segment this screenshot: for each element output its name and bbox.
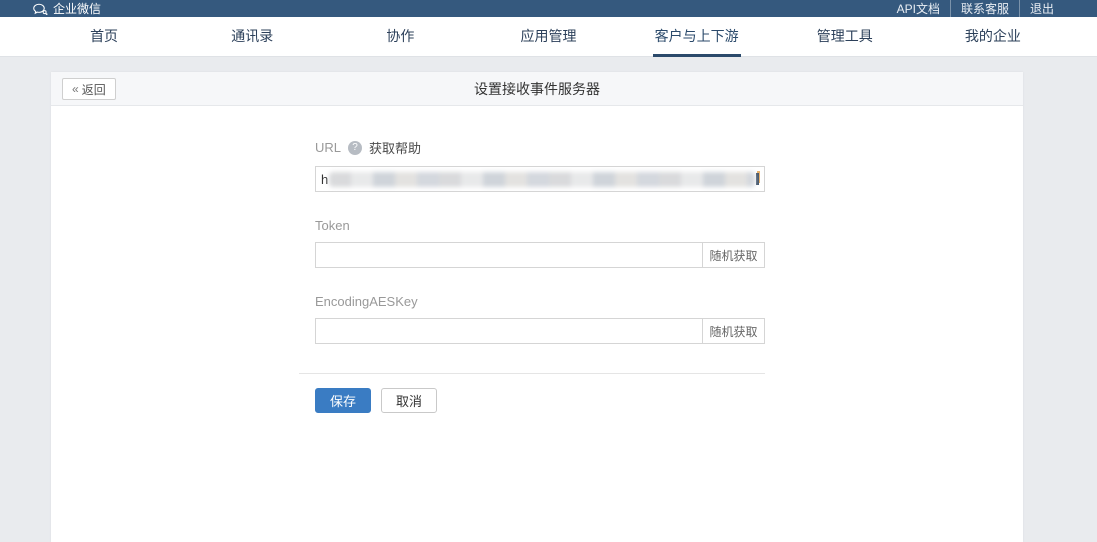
tab-contacts[interactable]: 通讯录 <box>178 17 326 56</box>
cancel-button[interactable]: 取消 <box>381 388 437 413</box>
token-input-group: 随机获取 <box>315 242 765 268</box>
aeskey-input-group: 随机获取 <box>315 318 765 344</box>
tab-app-management[interactable]: 应用管理 <box>474 17 622 56</box>
url-value-redacted <box>329 172 755 187</box>
url-label-row: URL ? 获取帮助 <box>315 138 765 157</box>
back-button-label: 返回 <box>82 81 106 98</box>
token-label-row: Token <box>315 218 765 233</box>
url-label: URL <box>315 140 341 155</box>
main-nav: 首页 通讯录 协作 应用管理 客户与上下游 管理工具 我的企业 <box>0 17 1097 57</box>
tab-contacts-label: 通讯录 <box>229 16 275 57</box>
form-actions: 保存 取消 <box>315 388 765 413</box>
get-help-link[interactable]: 获取帮助 <box>369 138 421 157</box>
tab-my-company-label: 我的企业 <box>963 16 1023 57</box>
tab-home[interactable]: 首页 <box>30 17 178 56</box>
tab-my-company[interactable]: 我的企业 <box>919 17 1067 56</box>
token-label: Token <box>315 218 350 233</box>
tab-collaboration[interactable]: 协作 <box>326 17 474 56</box>
tab-customers-upstream-downstream[interactable]: 客户与上下游 <box>623 17 771 56</box>
aeskey-label: EncodingAESKey <box>315 294 418 309</box>
tab-collaboration-label: 协作 <box>384 16 416 57</box>
aeskey-field-block: EncodingAESKey 随机获取 <box>315 294 765 344</box>
url-value-prefix: h <box>321 172 328 187</box>
topbar-links: API文档 联系客服 退出 <box>887 0 1064 17</box>
back-chevron-icon: « <box>72 82 79 96</box>
brand-name: 企业微信 <box>53 0 101 17</box>
url-input[interactable]: h <box>315 166 765 192</box>
aeskey-input[interactable] <box>316 319 702 343</box>
logout-link[interactable]: 退出 <box>1019 0 1064 17</box>
page-title: 设置接收事件服务器 <box>51 79 1023 99</box>
text-cursor <box>756 173 759 185</box>
token-input[interactable] <box>316 243 702 267</box>
tab-customers-label: 客户与上下游 <box>653 16 741 57</box>
tab-admin-tools-label: 管理工具 <box>815 16 875 57</box>
back-button[interactable]: « 返回 <box>62 78 116 100</box>
save-button[interactable]: 保存 <box>315 388 371 413</box>
card-header: « 返回 设置接收事件服务器 <box>51 72 1023 106</box>
form-divider <box>299 373 765 374</box>
api-docs-link[interactable]: API文档 <box>887 0 950 17</box>
question-circle-icon[interactable]: ? <box>348 141 362 155</box>
tab-admin-tools[interactable]: 管理工具 <box>771 17 919 56</box>
contact-support-link[interactable]: 联系客服 <box>950 0 1019 17</box>
aeskey-label-row: EncodingAESKey <box>315 294 765 309</box>
tab-app-management-label: 应用管理 <box>518 16 578 57</box>
url-field-block: URL ? 获取帮助 h <box>315 138 765 192</box>
brand: 企业微信 <box>33 0 101 17</box>
token-field-block: Token 随机获取 <box>315 218 765 268</box>
wework-logo-icon <box>33 3 48 16</box>
page-background: « 返回 设置接收事件服务器 URL ? 获取帮助 h <box>0 72 1097 542</box>
aeskey-random-generate-button[interactable]: 随机获取 <box>702 319 764 343</box>
topbar: 企业微信 API文档 联系客服 退出 <box>0 0 1097 17</box>
receive-event-server-form: URL ? 获取帮助 h Token 随机获取 <box>51 106 765 413</box>
settings-card: « 返回 设置接收事件服务器 URL ? 获取帮助 h <box>51 72 1023 542</box>
tab-home-label: 首页 <box>88 16 120 57</box>
token-random-generate-button[interactable]: 随机获取 <box>702 243 764 267</box>
